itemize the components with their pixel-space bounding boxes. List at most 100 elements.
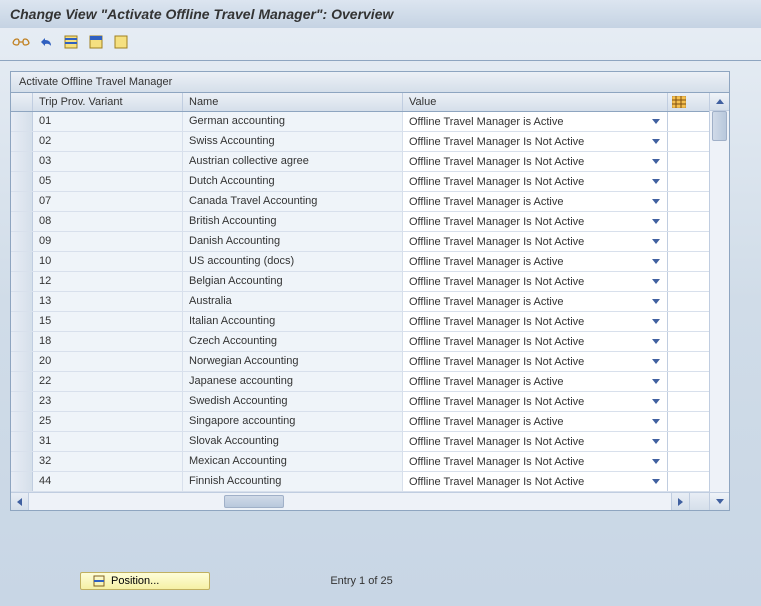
cell-variant[interactable]: 31 [33, 432, 183, 451]
dropdown-arrow-icon[interactable] [651, 377, 661, 387]
cell-value[interactable]: Offline Travel Manager is Active [403, 112, 667, 131]
row-selector[interactable] [11, 432, 33, 451]
cell-variant[interactable]: 08 [33, 212, 183, 231]
row-selector[interactable] [11, 272, 33, 291]
row-selector[interactable] [11, 372, 33, 391]
hscroll-thumb[interactable] [224, 495, 284, 508]
row-selector[interactable] [11, 312, 33, 331]
cell-variant[interactable]: 02 [33, 132, 183, 151]
cell-value[interactable]: Offline Travel Manager Is Not Active [403, 352, 667, 371]
scroll-up-button[interactable] [710, 93, 729, 111]
select-all-button[interactable] [60, 32, 82, 52]
cell-variant[interactable]: 07 [33, 192, 183, 211]
dropdown-arrow-icon[interactable] [651, 457, 661, 467]
row-selector[interactable] [11, 252, 33, 271]
row-selector[interactable] [11, 132, 33, 151]
other-view-button[interactable] [10, 32, 32, 52]
row-selector[interactable] [11, 172, 33, 191]
cell-value[interactable]: Offline Travel Manager Is Not Active [403, 472, 667, 491]
row-selector[interactable] [11, 152, 33, 171]
cell-variant[interactable]: 01 [33, 112, 183, 131]
cell-variant[interactable]: 44 [33, 472, 183, 491]
dropdown-arrow-icon[interactable] [651, 217, 661, 227]
dropdown-arrow-icon[interactable] [651, 417, 661, 427]
cell-variant[interactable]: 13 [33, 292, 183, 311]
column-header-value[interactable]: Value [403, 93, 667, 111]
dropdown-arrow-icon[interactable] [651, 317, 661, 327]
hscroll-track[interactable] [29, 493, 671, 510]
scroll-right-button[interactable] [671, 493, 689, 510]
row-selector-header [11, 93, 33, 111]
dropdown-arrow-icon[interactable] [651, 257, 661, 267]
cell-value[interactable]: Offline Travel Manager Is Not Active [403, 312, 667, 331]
cell-value[interactable]: Offline Travel Manager Is Not Active [403, 152, 667, 171]
cell-value[interactable]: Offline Travel Manager is Active [403, 412, 667, 431]
cell-value[interactable]: Offline Travel Manager is Active [403, 252, 667, 271]
dropdown-arrow-icon[interactable] [651, 297, 661, 307]
row-tail [667, 292, 689, 311]
deselect-button[interactable] [110, 32, 132, 52]
dropdown-arrow-icon[interactable] [651, 177, 661, 187]
row-selector[interactable] [11, 192, 33, 211]
cell-variant[interactable]: 18 [33, 332, 183, 351]
dropdown-arrow-icon[interactable] [651, 157, 661, 167]
scroll-left-button[interactable] [11, 493, 29, 510]
dropdown-arrow-icon[interactable] [651, 397, 661, 407]
undo-button[interactable] [35, 32, 57, 52]
cell-name: US accounting (docs) [183, 252, 403, 271]
row-selector[interactable] [11, 392, 33, 411]
cell-variant[interactable]: 10 [33, 252, 183, 271]
cell-value[interactable]: Offline Travel Manager Is Not Active [403, 392, 667, 411]
cell-variant[interactable]: 32 [33, 452, 183, 471]
dropdown-arrow-icon[interactable] [651, 437, 661, 447]
cell-value[interactable]: Offline Travel Manager Is Not Active [403, 432, 667, 451]
table-row: 03Austrian collective agreeOffline Trave… [11, 152, 709, 172]
cell-variant[interactable]: 22 [33, 372, 183, 391]
dropdown-arrow-icon[interactable] [651, 357, 661, 367]
cell-value[interactable]: Offline Travel Manager Is Not Active [403, 452, 667, 471]
cell-variant[interactable]: 23 [33, 392, 183, 411]
cell-value[interactable]: Offline Travel Manager Is Not Active [403, 212, 667, 231]
cell-variant[interactable]: 05 [33, 172, 183, 191]
dropdown-arrow-icon[interactable] [651, 137, 661, 147]
cell-value[interactable]: Offline Travel Manager Is Not Active [403, 172, 667, 191]
position-button[interactable]: Position... [80, 572, 210, 590]
dropdown-arrow-icon[interactable] [651, 117, 661, 127]
column-header-name[interactable]: Name [183, 93, 403, 111]
cell-value[interactable]: Offline Travel Manager Is Not Active [403, 332, 667, 351]
row-selector[interactable] [11, 352, 33, 371]
cell-value[interactable]: Offline Travel Manager Is Not Active [403, 232, 667, 251]
vscroll-track[interactable] [710, 111, 729, 492]
scroll-down-button[interactable] [710, 492, 729, 510]
entry-status: Entry 1 of 25 [330, 575, 392, 587]
row-selector[interactable] [11, 452, 33, 471]
row-selector[interactable] [11, 212, 33, 231]
dropdown-arrow-icon[interactable] [651, 277, 661, 287]
row-selector[interactable] [11, 112, 33, 131]
cell-value-text: Offline Travel Manager Is Not Active [409, 216, 584, 228]
row-selector[interactable] [11, 292, 33, 311]
dropdown-arrow-icon[interactable] [651, 237, 661, 247]
row-selector[interactable] [11, 232, 33, 251]
cell-variant[interactable]: 03 [33, 152, 183, 171]
table-settings-button[interactable] [667, 93, 689, 111]
cell-variant[interactable]: 12 [33, 272, 183, 291]
row-selector[interactable] [11, 332, 33, 351]
cell-value[interactable]: Offline Travel Manager is Active [403, 292, 667, 311]
dropdown-arrow-icon[interactable] [651, 337, 661, 347]
cell-value[interactable]: Offline Travel Manager is Active [403, 192, 667, 211]
column-header-variant[interactable]: Trip Prov. Variant [33, 93, 183, 111]
cell-value[interactable]: Offline Travel Manager Is Not Active [403, 132, 667, 151]
cell-value[interactable]: Offline Travel Manager Is Not Active [403, 272, 667, 291]
cell-variant[interactable]: 09 [33, 232, 183, 251]
row-selector[interactable] [11, 412, 33, 431]
select-block-button[interactable] [85, 32, 107, 52]
row-selector[interactable] [11, 472, 33, 491]
cell-variant[interactable]: 20 [33, 352, 183, 371]
vscroll-thumb[interactable] [712, 111, 727, 141]
cell-variant[interactable]: 25 [33, 412, 183, 431]
cell-variant[interactable]: 15 [33, 312, 183, 331]
dropdown-arrow-icon[interactable] [651, 477, 661, 487]
cell-value[interactable]: Offline Travel Manager is Active [403, 372, 667, 391]
dropdown-arrow-icon[interactable] [651, 197, 661, 207]
